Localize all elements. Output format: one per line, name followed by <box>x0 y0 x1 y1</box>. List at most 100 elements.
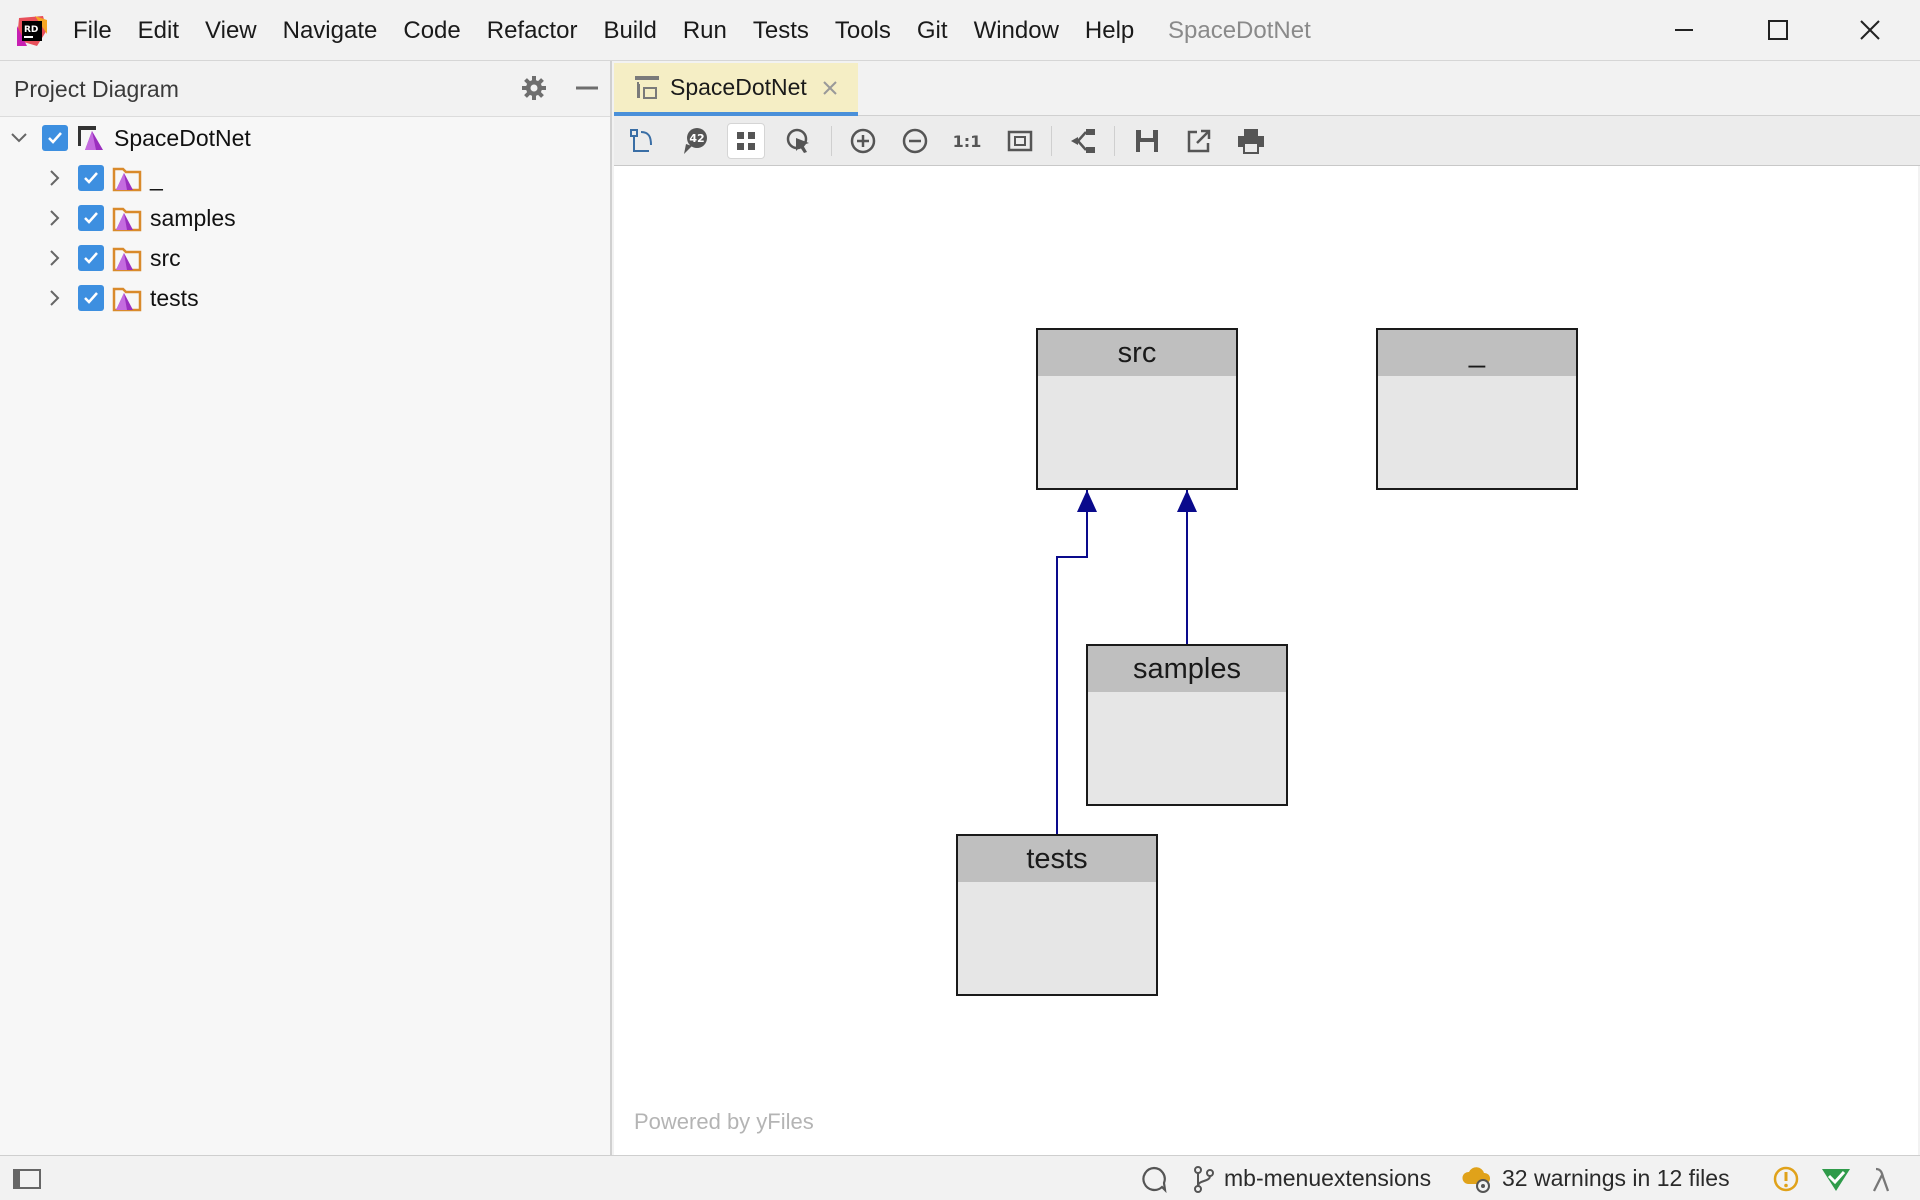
minimize-icon <box>1675 29 1693 31</box>
tree-checkbox[interactable] <box>42 125 68 151</box>
arrowhead-icon <box>1077 490 1097 512</box>
menu-file[interactable]: File <box>60 17 125 45</box>
tree-label: samples <box>150 204 236 231</box>
title-bar: RD File Edit View Navigate Code Refactor… <box>0 0 1920 61</box>
tab-spacedotnet[interactable]: SpaceDotNet <box>614 63 858 116</box>
actual-size-button[interactable]: 1:1 <box>948 123 986 159</box>
zoom-in-button[interactable] <box>844 123 882 159</box>
panel-title: Project Diagram <box>14 76 179 102</box>
toolbar-separator <box>1114 126 1115 156</box>
close-window-button[interactable] <box>1840 8 1900 52</box>
warnings-indicator-button[interactable] <box>1772 1156 1800 1200</box>
menu-run[interactable]: Run <box>670 17 740 45</box>
menu-build[interactable]: Build <box>590 17 669 45</box>
menu-view[interactable]: View <box>192 17 270 45</box>
node-underscore[interactable]: _ <box>1376 328 1578 490</box>
node-src[interactable]: src <box>1036 328 1238 490</box>
node-title: samples <box>1088 646 1286 692</box>
solution-icon <box>78 126 103 150</box>
diagram-canvas[interactable]: src _ samples tests Powered by yFiles <box>614 166 1918 1155</box>
actual-size-icon: 1:1 <box>953 132 982 151</box>
tree-item-tests[interactable]: tests <box>44 278 199 318</box>
menu-refactor[interactable]: Refactor <box>474 17 591 45</box>
checkmark-icon <box>84 292 98 304</box>
minimize-window-button[interactable] <box>1654 8 1714 52</box>
select-mode-button[interactable] <box>780 123 818 159</box>
arrowhead-icon <box>1177 490 1197 512</box>
tree-layout-icon <box>1071 129 1095 153</box>
edge-tests-to-src[interactable] <box>1056 484 1088 836</box>
tree-checkbox[interactable] <box>78 245 104 271</box>
gear-icon <box>522 76 546 100</box>
tree-checkbox[interactable] <box>78 165 104 191</box>
node-title: src <box>1038 330 1236 376</box>
tree-label: src <box>150 244 181 271</box>
event-log-button[interactable] <box>1140 1156 1168 1200</box>
chevron-right-icon[interactable] <box>44 167 66 189</box>
diagram-toolbar: 42 1:1 <box>614 116 1920 166</box>
hide-panel-button[interactable] <box>572 73 602 103</box>
checkmark-icon <box>48 132 62 144</box>
menu-tools[interactable]: Tools <box>822 17 904 45</box>
chevron-right-icon[interactable] <box>44 247 66 269</box>
tree-checkbox[interactable] <box>78 205 104 231</box>
menu-edit[interactable]: Edit <box>125 17 192 45</box>
rider-logo-icon: RD <box>17 16 47 46</box>
warnings-summary: 32 warnings in 12 files <box>1502 1165 1730 1191</box>
node-samples[interactable]: samples <box>1086 644 1288 806</box>
git-branch-widget[interactable]: mb-menuextensions <box>1192 1156 1431 1200</box>
chevron-right-icon[interactable] <box>44 287 66 309</box>
menu-window[interactable]: Window <box>961 17 1072 45</box>
toggle-edges-button[interactable] <box>624 123 662 159</box>
window-title: SpaceDotNet <box>1168 17 1311 44</box>
checkmark-icon <box>84 172 98 184</box>
lambda-settings-button[interactable] <box>1870 1156 1896 1200</box>
zoom-out-button[interactable] <box>896 123 934 159</box>
apply-layout-button[interactable] <box>1064 123 1102 159</box>
settings-button[interactable] <box>519 73 549 103</box>
print-diagram-button[interactable] <box>1232 123 1270 159</box>
node-tests[interactable]: tests <box>956 834 1158 996</box>
tree-item-samples[interactable]: samples <box>44 198 236 238</box>
save-diagram-button[interactable] <box>1128 123 1166 159</box>
inspection-status-button[interactable] <box>1820 1156 1852 1200</box>
diagram-icon <box>635 75 659 99</box>
panel-header: Project Diagram <box>0 61 610 117</box>
powered-by-watermark: Powered by yFiles <box>634 1109 814 1134</box>
tree-root-spacedotnet[interactable]: SpaceDotNet <box>8 118 251 158</box>
close-tab-icon[interactable] <box>821 79 839 97</box>
checkmark-icon <box>84 212 98 224</box>
menu-code[interactable]: Code <box>390 17 473 45</box>
print-icon <box>1238 129 1264 154</box>
tool-window-icon <box>13 1168 41 1189</box>
menu-help[interactable]: Help <box>1072 17 1147 45</box>
folder-project-icon <box>112 207 142 232</box>
tree-item-underscore[interactable]: _ <box>44 158 163 198</box>
maximize-icon <box>1768 20 1788 40</box>
warning-circle-icon <box>1773 1166 1799 1191</box>
tree-checkbox[interactable] <box>78 285 104 311</box>
maximize-window-button[interactable] <box>1748 8 1808 52</box>
layout-button[interactable] <box>727 123 765 159</box>
fit-content-button[interactable] <box>1001 123 1039 159</box>
export-icon <box>1187 129 1211 153</box>
svg-text:42: 42 <box>689 132 704 145</box>
tree-item-src[interactable]: src <box>44 238 181 278</box>
export-diagram-button[interactable] <box>1180 123 1218 159</box>
edge-creation-icon <box>630 129 652 152</box>
chevron-right-icon[interactable] <box>44 207 66 229</box>
menu-navigate[interactable]: Navigate <box>270 17 391 45</box>
menu-tests[interactable]: Tests <box>740 17 822 45</box>
chevron-down-icon[interactable] <box>8 127 30 149</box>
node-title: _ <box>1378 330 1576 376</box>
toggle-tool-windows-button[interactable] <box>12 1156 42 1200</box>
tree-label: tests <box>150 284 199 311</box>
folder-project-icon <box>112 167 142 192</box>
pointer-target-icon <box>786 128 809 153</box>
solution-analysis-widget[interactable]: 32 warnings in 12 files <box>1460 1156 1730 1200</box>
menu-git[interactable]: Git <box>904 17 961 45</box>
toolbar-separator <box>1051 126 1052 156</box>
show-count-button[interactable]: 42 <box>676 123 714 159</box>
tree-label: _ <box>150 164 163 191</box>
minimize-icon <box>576 86 598 90</box>
